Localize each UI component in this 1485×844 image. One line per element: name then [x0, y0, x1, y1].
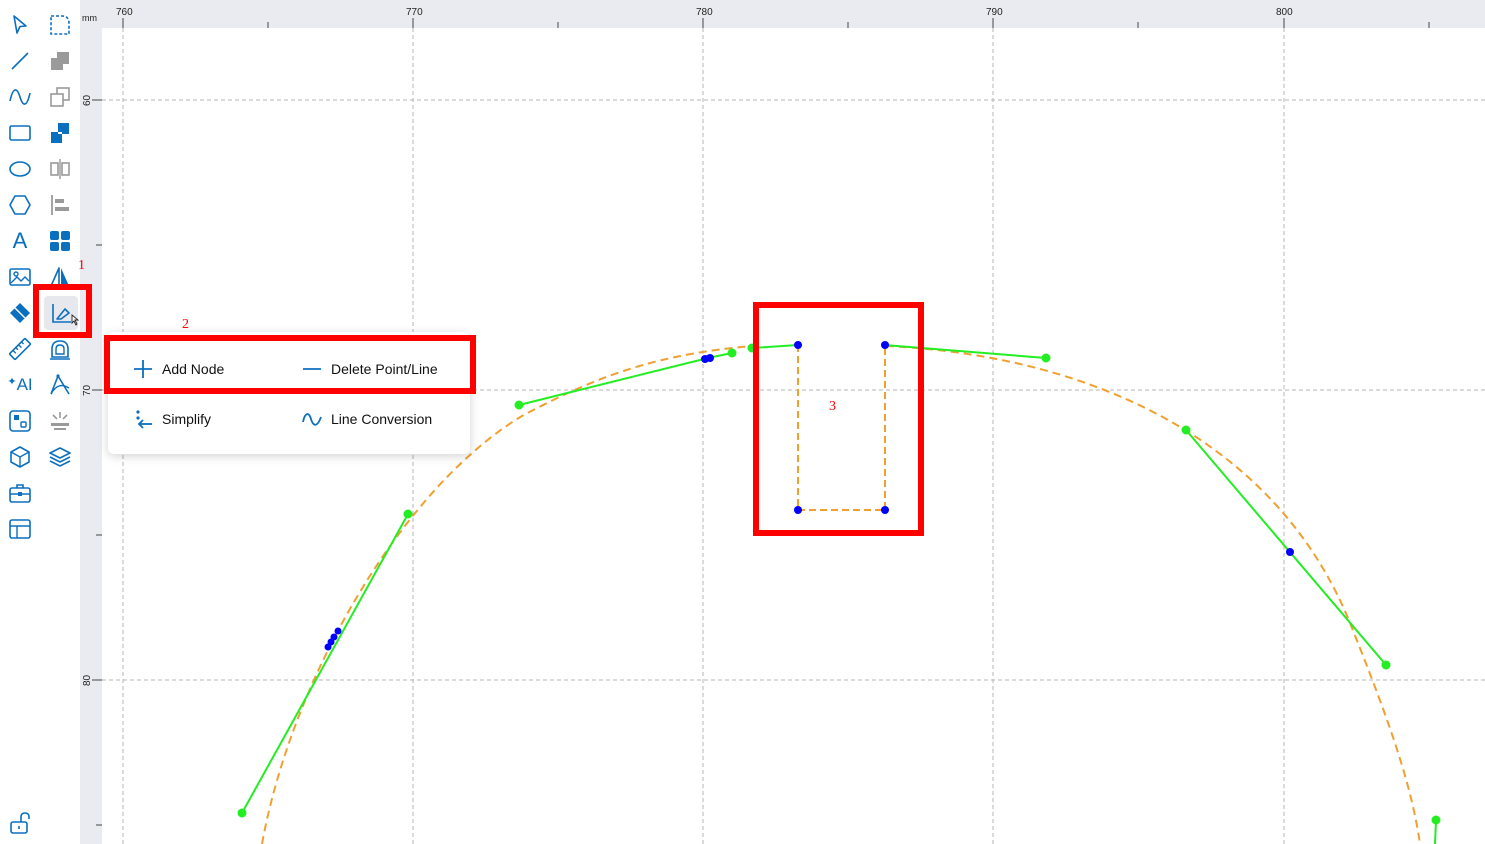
text-icon[interactable]: A	[5, 226, 35, 256]
annotation-label-3: 3	[829, 399, 836, 414]
ruler-label-770: 770	[406, 7, 423, 18]
orange-path-right[interactable]	[885, 345, 1421, 844]
simplify-button[interactable]: Simplify	[132, 405, 211, 433]
align-left-icon[interactable]	[45, 190, 75, 220]
ruler-label-60: 60	[82, 94, 93, 106]
line-conversion-label: Line Conversion	[331, 411, 433, 427]
line-conversion-button[interactable]: Line Conversion	[301, 405, 432, 433]
wave-icon	[302, 413, 322, 426]
horizontal-ruler: 760 770 780 790 800	[80, 0, 1485, 28]
ruler-label-780: 780	[696, 7, 713, 18]
offset-icon[interactable]	[45, 334, 75, 364]
combine-icon[interactable]	[45, 46, 75, 76]
ai-icon[interactable]: ✦ AI	[5, 370, 35, 400]
annotation-label-1: 1	[78, 258, 85, 273]
highlight-box-2	[104, 335, 476, 394]
ai-sparkle-icon: ✦	[7, 375, 17, 388]
highlight-box-3	[753, 302, 924, 536]
vertical-ruler-ticks: 60 70 80	[82, 94, 102, 826]
text-icon-glyph: A	[12, 228, 28, 253]
cube-icon[interactable]	[5, 442, 35, 472]
curve-icon[interactable]	[5, 82, 35, 112]
ruler-label-70: 70	[82, 384, 93, 396]
line-icon[interactable]	[5, 46, 35, 76]
ruler-label-800: 800	[1276, 7, 1293, 18]
corner-icon[interactable]	[45, 10, 75, 40]
ruler-label-790: 790	[986, 7, 1003, 18]
left-toolbar: A ✦ AI	[0, 0, 80, 844]
layout-icon[interactable]	[5, 514, 35, 544]
vertical-ruler: 60 70 80	[80, 28, 102, 844]
ruler-label-760: 760	[116, 7, 133, 18]
select-icon[interactable]	[5, 10, 35, 40]
ruler-unit-label: mm	[82, 13, 97, 23]
image-icon[interactable]	[5, 262, 35, 292]
rectangle-icon[interactable]	[5, 118, 35, 148]
array-icon[interactable]	[45, 118, 75, 148]
component-icon[interactable]	[5, 406, 35, 436]
eraser-icon[interactable]	[5, 298, 35, 328]
polygon-icon[interactable]	[5, 190, 35, 220]
bezier-icon[interactable]	[45, 370, 75, 400]
horizontal-ruler-ticks: 760 770 780 790 800	[116, 7, 1430, 28]
toolbox-icon[interactable]	[5, 478, 35, 508]
unlock-icon[interactable]	[5, 808, 35, 838]
layers-icon[interactable]	[45, 442, 75, 472]
grid-icon[interactable]	[45, 226, 75, 256]
ellipse-icon[interactable]	[5, 154, 35, 184]
simplify-label: Simplify	[162, 411, 212, 427]
ruler-label-80: 80	[82, 674, 93, 686]
duplicate-icon[interactable]	[45, 82, 75, 112]
ai-icon-glyph: AI	[16, 375, 33, 394]
mirror-icon[interactable]	[45, 154, 75, 184]
burst-icon[interactable]	[45, 406, 75, 436]
simplify-icon	[136, 410, 152, 429]
annotation-label-2: 2	[182, 317, 189, 332]
ruler-icon[interactable]	[5, 334, 35, 364]
highlight-box-1	[33, 284, 92, 338]
